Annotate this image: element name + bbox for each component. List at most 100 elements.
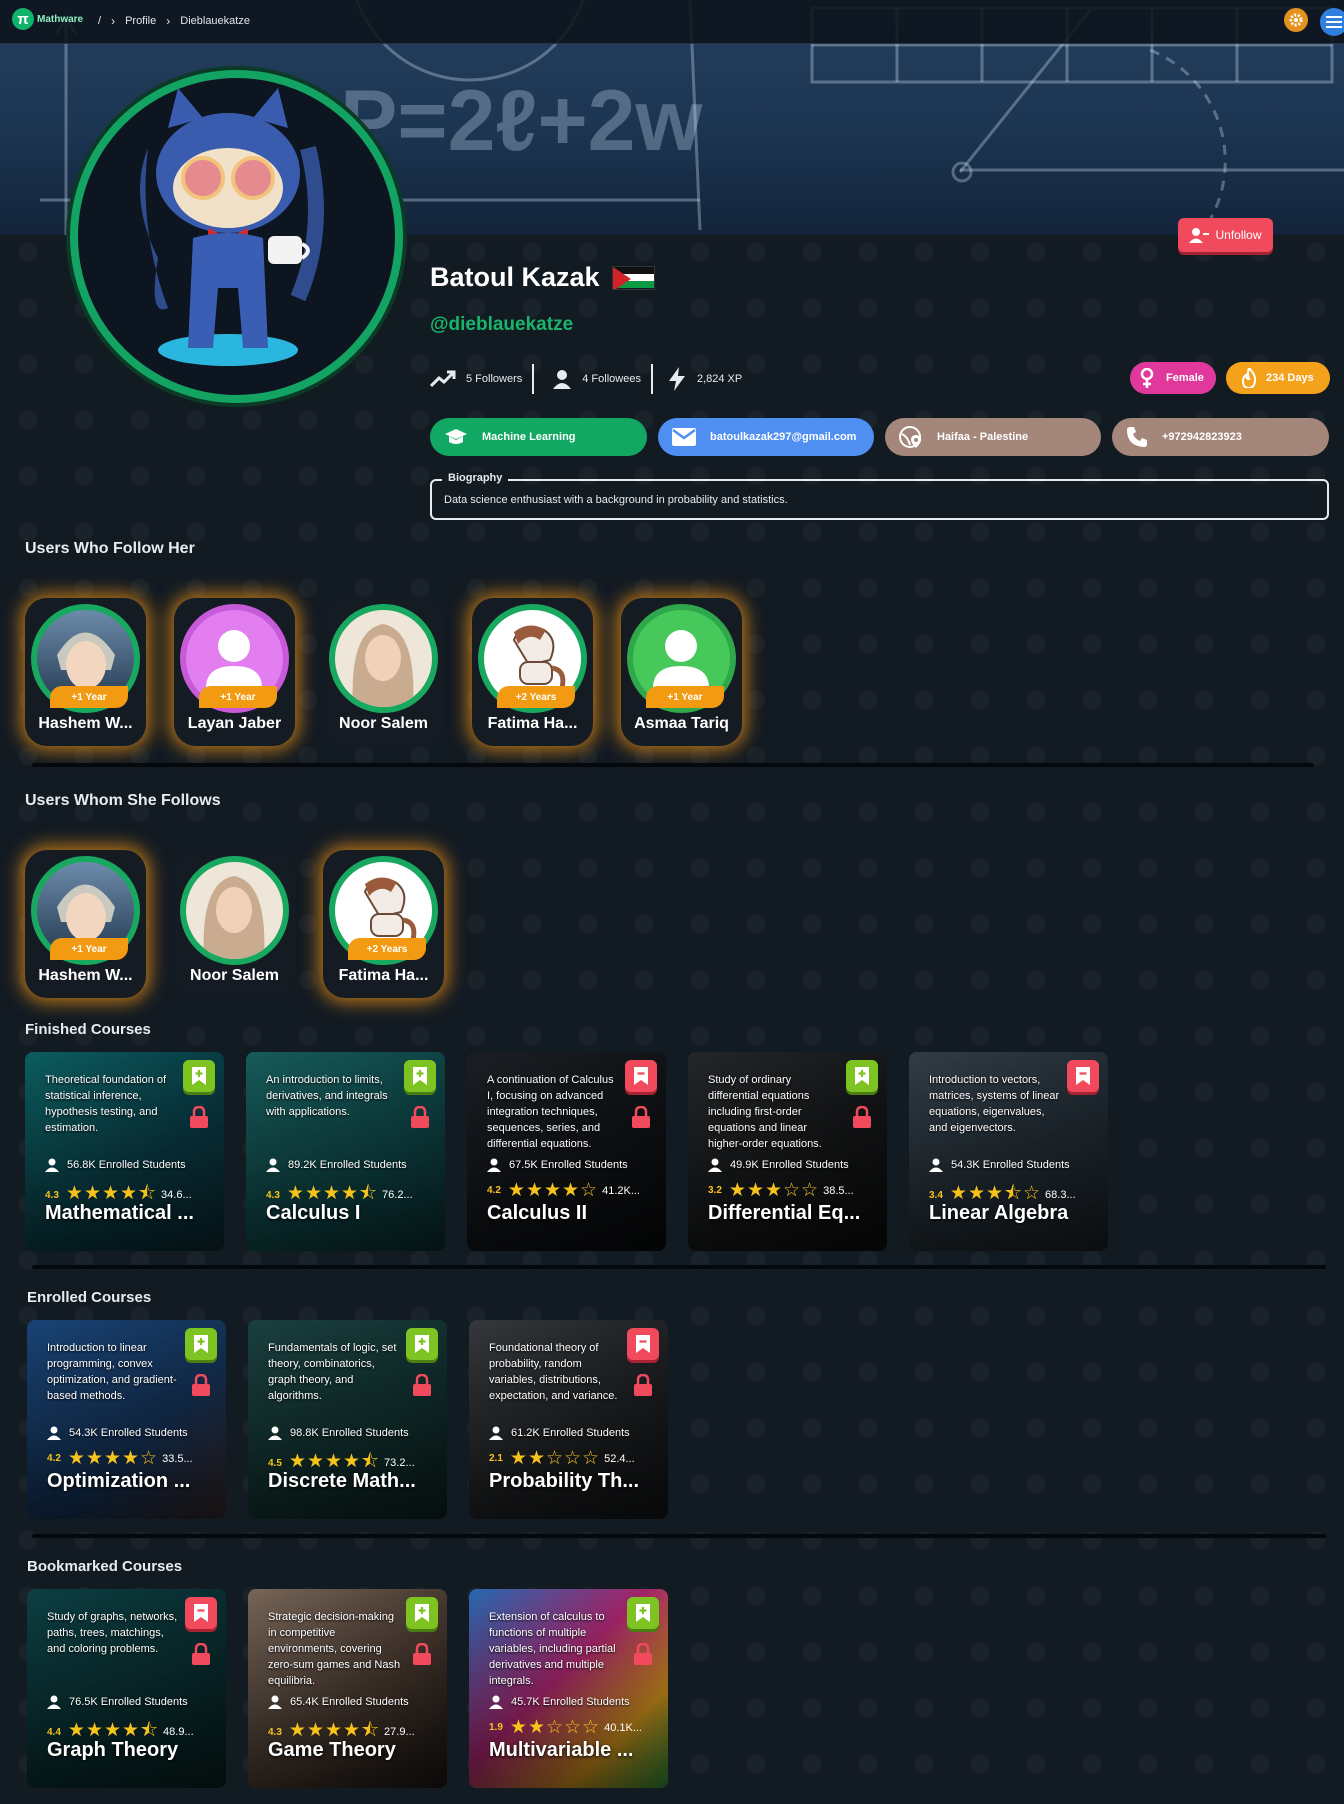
palestine-flag-icon xyxy=(611,265,655,290)
bookmark-add-button[interactable] xyxy=(185,1328,217,1360)
course-card[interactable]: Theoretical foundation of statistical in… xyxy=(25,1052,224,1251)
lock-icon xyxy=(411,1106,429,1128)
course-card[interactable]: Fundamentals of logic, set theory, combi… xyxy=(248,1320,447,1519)
course-rating: 3.2 ★★★☆☆ 38.5... xyxy=(708,1179,854,1202)
enrolled-courses-title: Enrolled Courses xyxy=(27,1289,152,1306)
user-name: Hashem W... xyxy=(38,715,133,732)
course-card[interactable]: Introduction to vectors, matrices, syste… xyxy=(909,1052,1108,1251)
breadcrumb-current: Dieblauekatze xyxy=(180,15,250,27)
course-card[interactable]: Study of graphs, networks, paths, trees,… xyxy=(27,1589,226,1788)
bookmark-add-button[interactable] xyxy=(627,1597,659,1629)
person-icon xyxy=(47,1695,61,1709)
user-card[interactable]: +1 Year Hashem W... xyxy=(25,850,146,998)
bookmark-remove-button[interactable] xyxy=(185,1597,217,1629)
rating-value: 4.5 xyxy=(268,1457,282,1469)
course-interest-tag[interactable]: Machine Learning xyxy=(430,418,647,456)
review-count: 41.2K... xyxy=(602,1184,640,1197)
person-icon xyxy=(553,370,572,389)
bookmark-add-button[interactable] xyxy=(406,1328,438,1360)
rating-value: 2.1 xyxy=(489,1453,503,1464)
bookmark-plus-icon xyxy=(413,1067,427,1085)
person-icon xyxy=(489,1426,503,1440)
settings-button[interactable] xyxy=(1284,8,1308,32)
profile-stats: 5 Followers 4 Followees 2,824 XP xyxy=(430,364,752,394)
lock-icon xyxy=(632,1106,650,1128)
course-card[interactable]: An introduction to limits, derivatives, … xyxy=(246,1052,445,1251)
followers-list: +1 Year Hashem W... +1 Year Layan Jaber … xyxy=(25,598,742,746)
female-symbol-icon xyxy=(1140,368,1154,388)
enrolled-count: 76.5K Enrolled Students xyxy=(69,1696,188,1708)
course-card[interactable]: Foundational theory of probability, rand… xyxy=(469,1320,668,1519)
globe-pin-icon xyxy=(899,426,921,448)
enrolled-count: 98.8K Enrolled Students xyxy=(290,1427,409,1439)
course-title: Graph Theory xyxy=(47,1739,179,1761)
rating-value: 4.3 xyxy=(45,1189,59,1201)
lock-icon xyxy=(413,1643,431,1665)
bookmark-plus-icon xyxy=(636,1604,650,1622)
followers-stat[interactable]: 5 Followers xyxy=(430,370,532,388)
biography-label: Biography xyxy=(442,472,509,484)
email-tag[interactable]: batoulkazak297@gmail.com xyxy=(658,418,874,456)
bookmark-plus-icon xyxy=(415,1604,429,1622)
menu-button[interactable] xyxy=(1320,8,1344,36)
course-card[interactable]: A continuation of Calculus I, focusing o… xyxy=(467,1052,666,1251)
section-divider xyxy=(32,1265,1326,1269)
bookmark-plus-icon xyxy=(192,1067,206,1085)
star-rating-icon: ★★★★☆ xyxy=(67,1448,159,1469)
person-icon xyxy=(45,1158,59,1172)
course-card[interactable]: Extension of calculus to functions of mu… xyxy=(469,1589,668,1788)
followees-stat[interactable]: 4 Followees xyxy=(534,369,651,389)
user-card[interactable]: Noor Salem xyxy=(323,598,444,746)
course-description: Study of ordinary differential equations… xyxy=(708,1074,822,1150)
user-card[interactable]: Noor Salem xyxy=(174,850,295,998)
lock-icon xyxy=(192,1643,210,1665)
breadcrumb: / › Profile › Dieblauekatze xyxy=(98,14,250,28)
course-title: Differential Eq... xyxy=(708,1202,861,1224)
enrolled-count: 65.4K Enrolled Students xyxy=(290,1696,409,1708)
phone-icon xyxy=(1127,427,1147,447)
course-enrollment: 61.2K Enrolled Students xyxy=(489,1426,630,1440)
enrolled-count: 54.3K Enrolled Students xyxy=(69,1427,188,1439)
user-card[interactable]: +1 Year Hashem W... xyxy=(25,598,146,746)
user-card[interactable]: +1 Year Asmaa Tariq xyxy=(621,598,742,746)
course-enrollment: 45.7K Enrolled Students xyxy=(489,1695,630,1709)
rating-value: 4.4 xyxy=(47,1726,61,1738)
breadcrumb-profile[interactable]: Profile xyxy=(125,15,156,27)
bookmark-remove-button[interactable] xyxy=(1067,1060,1099,1092)
course-title: Game Theory xyxy=(268,1739,396,1761)
gear-icon xyxy=(1289,13,1303,27)
course-card[interactable]: Study of ordinary differential equations… xyxy=(688,1052,887,1251)
user-card[interactable]: +1 Year Layan Jaber xyxy=(174,598,295,746)
bookmark-add-button[interactable] xyxy=(846,1060,878,1092)
course-enrollment: 67.5K Enrolled Students xyxy=(487,1158,628,1172)
course-description: Fundamentals of logic, set theory, combi… xyxy=(268,1342,397,1402)
membership-badge: +1 Year xyxy=(50,938,128,960)
star-rating-icon: ★★☆☆☆ xyxy=(509,1717,601,1738)
course-card[interactable]: Introduction to linear programming, conv… xyxy=(27,1320,226,1519)
membership-badge: +2 Years xyxy=(348,938,426,960)
bookmark-add-button[interactable] xyxy=(406,1597,438,1629)
profile-avatar xyxy=(70,70,403,403)
bookmark-plus-icon xyxy=(415,1335,429,1353)
user-card[interactable]: +2 Years Fatima Ha... xyxy=(323,850,444,998)
user-card[interactable]: +2 Years Fatima Ha... xyxy=(472,598,593,746)
course-card[interactable]: Strategic decision-making in competitive… xyxy=(248,1589,447,1788)
bookmark-remove-button[interactable] xyxy=(625,1060,657,1092)
user-avatar xyxy=(329,604,438,713)
user-name: Noor Salem xyxy=(339,715,428,732)
course-description: Study of graphs, networks, paths, trees,… xyxy=(47,1611,178,1655)
course-title: Mathematical ... xyxy=(45,1202,194,1224)
course-rating: 4.2 ★★★★☆ 41.2K... xyxy=(487,1179,640,1202)
app-logo[interactable]: π Mathware xyxy=(12,8,83,30)
lock-icon xyxy=(190,1106,208,1128)
person-icon xyxy=(268,1695,282,1709)
phone-tag[interactable]: +972942823923 xyxy=(1112,418,1329,456)
bookmark-add-button[interactable] xyxy=(404,1060,436,1092)
bookmark-remove-button[interactable] xyxy=(627,1328,659,1360)
hamburger-icon xyxy=(1326,16,1342,28)
course-rating: 2.1 ★★☆☆☆ 52.4... xyxy=(489,1447,635,1470)
breadcrumb-root[interactable]: / xyxy=(98,15,101,27)
bookmark-add-button[interactable] xyxy=(183,1060,215,1092)
unfollow-button[interactable]: Unfollow xyxy=(1178,218,1273,252)
finished-courses-title: Finished Courses xyxy=(25,1021,151,1038)
